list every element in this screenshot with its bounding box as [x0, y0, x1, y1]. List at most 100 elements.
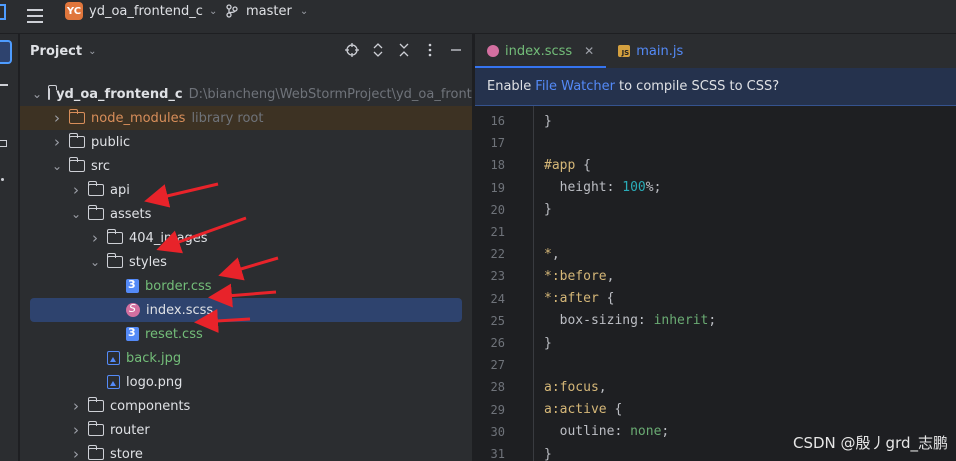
code-token: %;	[645, 180, 662, 196]
tree-item-label: src	[91, 158, 110, 174]
code-line[interactable]: 23 *:before,	[475, 265, 956, 287]
code-token: :	[637, 313, 654, 329]
project-badge: YC	[65, 2, 83, 20]
tree-item-label: node_modules	[91, 110, 186, 126]
structure-tool-icon[interactable]	[0, 140, 7, 147]
tree-item[interactable]: logo.png	[20, 370, 472, 394]
code-token: #app	[544, 157, 576, 173]
code-line[interactable]: 17	[475, 132, 956, 154]
tree-item[interactable]: border.css	[20, 274, 472, 298]
tree-item[interactable]: › node_modules library root	[20, 106, 472, 130]
image-file-icon	[107, 351, 120, 365]
code-token: {	[575, 157, 591, 173]
code-line[interactable]: 16}	[475, 110, 956, 132]
code-token: *:before	[544, 268, 607, 284]
target-icon[interactable]	[344, 42, 360, 58]
chevron-right-icon[interactable]: ›	[70, 397, 82, 415]
css-file-icon	[126, 278, 139, 293]
chevron-right-icon[interactable]: ›	[51, 133, 63, 151]
line-number: 17	[490, 136, 505, 151]
tree-item[interactable]: › components	[20, 394, 472, 418]
expand-collapse-icon[interactable]	[370, 42, 386, 58]
tree-item[interactable]: › 404_images	[20, 226, 472, 250]
chevron-down-icon[interactable]: ⌄	[51, 159, 63, 173]
code-text: *,	[544, 247, 560, 262]
tree-item[interactable]: ⌄ yd_oa_frontend_c D:\biancheng\WebStormPr…	[20, 82, 510, 106]
tab-index-scss[interactable]: index.scss ✕	[475, 34, 607, 68]
code-line[interactable]: 19 height: 100%;	[475, 177, 956, 199]
main-menu-icon[interactable]	[27, 9, 43, 23]
tab-label: index.scss	[505, 43, 573, 59]
folder-icon	[106, 253, 123, 268]
tree-item-label: styles	[129, 254, 167, 270]
tree-item-label: assets	[110, 206, 152, 222]
minimize-icon[interactable]	[448, 42, 464, 58]
line-number: 20	[490, 202, 505, 217]
project-panel-title[interactable]: Project	[30, 44, 82, 59]
chevron-right-icon[interactable]: ›	[70, 421, 82, 439]
folder-icon	[68, 157, 85, 172]
chevron-right-icon[interactable]: ›	[70, 445, 82, 461]
commit-tool-icon[interactable]	[0, 84, 8, 86]
watermark: CSDN @殷丿grd_志鹏	[793, 434, 948, 452]
code-text: height: 100%;	[544, 180, 662, 196]
code-token: height	[544, 180, 607, 196]
tree-item-label: reset.css	[145, 326, 203, 342]
code-line[interactable]: 22 *,	[475, 243, 956, 265]
code-line[interactable]: 20}	[475, 199, 956, 221]
code-token: }	[544, 335, 552, 351]
code-text: a:focus,	[544, 380, 607, 395]
tree-item[interactable]: › public	[20, 130, 472, 154]
chevron-down-icon[interactable]: ⌄	[89, 255, 101, 269]
code-line[interactable]: 18 #app {	[475, 154, 956, 176]
code-line[interactable]: 24 *:after {	[475, 288, 956, 310]
chevron-down-icon[interactable]: ⌄	[88, 46, 96, 57]
tree-item[interactable]: › router	[20, 418, 472, 442]
branch-switcher[interactable]: master ⌄	[226, 0, 308, 22]
close-icon[interactable]: ✕	[584, 44, 594, 58]
tree-item[interactable]: ⌄ assets	[20, 202, 472, 226]
code-token: inherit	[653, 313, 709, 329]
tool-window-strip	[0, 34, 19, 461]
code-line[interactable]: 29 a:active {	[475, 399, 956, 421]
app-icon[interactable]	[0, 4, 6, 20]
tree-item[interactable]: back.jpg	[20, 346, 472, 370]
tree-item[interactable]: ⌄ styles	[20, 250, 472, 274]
chevron-right-icon[interactable]: ›	[89, 229, 101, 247]
tab-main-js[interactable]: JS main.js	[606, 34, 695, 68]
more-tools-icon[interactable]	[1, 178, 4, 181]
chevron-right-icon[interactable]: ›	[51, 109, 63, 127]
more-icon[interactable]	[422, 42, 438, 58]
line-number: 24	[490, 291, 505, 306]
code-token: ;	[708, 313, 717, 329]
tree-item[interactable]: reset.css	[20, 322, 472, 346]
code-token: {	[598, 291, 615, 307]
tree-item[interactable]: index.scss	[30, 298, 462, 322]
tree-item[interactable]: › store	[20, 442, 472, 461]
chevron-right-icon[interactable]: ›	[70, 181, 82, 199]
code-line[interactable]: 27	[475, 354, 956, 376]
git-branch-icon	[226, 4, 238, 18]
code-token: }	[544, 113, 552, 129]
tree-item[interactable]: ⌄ src	[20, 154, 472, 178]
code-text: }	[544, 114, 552, 129]
chevron-down-icon: ⌄	[208, 5, 218, 17]
project-tool-icon[interactable]	[0, 40, 12, 64]
tree-item[interactable]: › api	[20, 178, 472, 202]
code-token: outline	[544, 424, 615, 440]
code-line[interactable]: 21	[475, 221, 956, 243]
close-all-icon[interactable]	[396, 42, 412, 58]
tree-item-label: 404_images	[129, 230, 208, 246]
code-line[interactable]: 25 box-sizing: inherit;	[475, 310, 956, 332]
file-watcher-link[interactable]: File Watcher	[535, 79, 615, 94]
folder-icon	[106, 229, 123, 244]
code-text: *:after {	[544, 291, 614, 306]
notice-text-before: Enable	[487, 79, 532, 94]
code-line[interactable]: 28 a:focus,	[475, 376, 956, 398]
code-line[interactable]: 26}	[475, 332, 956, 354]
image-file-icon	[107, 375, 120, 389]
js-file-icon: JS	[618, 45, 631, 57]
chevron-down-icon[interactable]: ⌄	[32, 87, 42, 101]
project-switcher[interactable]: YC yd_oa_frontend_c ⌄	[65, 0, 217, 22]
chevron-down-icon[interactable]: ⌄	[70, 207, 82, 221]
